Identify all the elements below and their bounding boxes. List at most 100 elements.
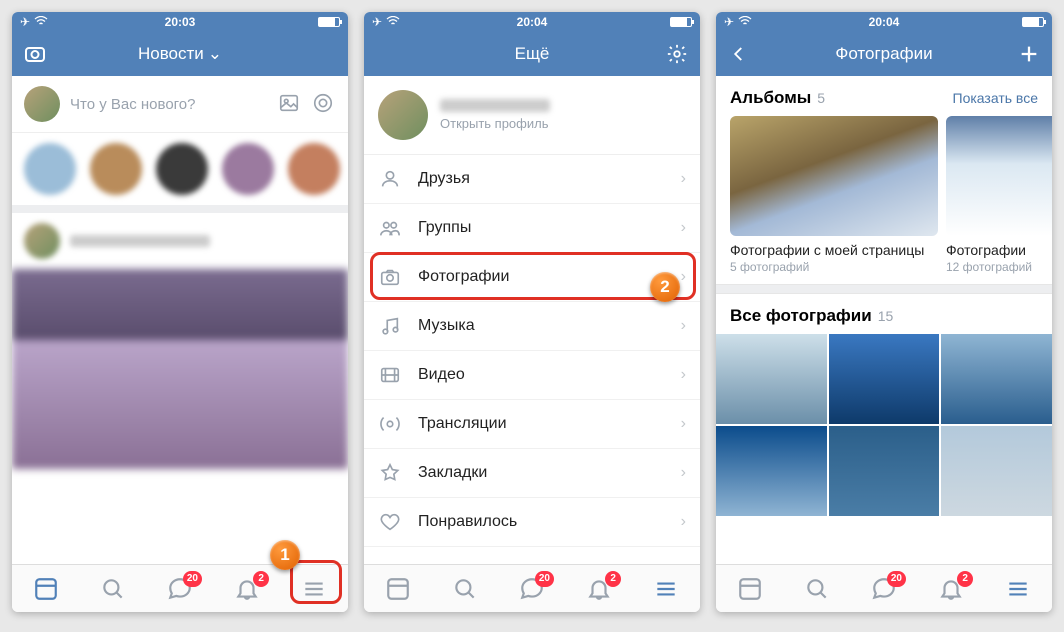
- albums-row[interactable]: Фотографии с моей страницы 5 фотографий …: [716, 116, 1052, 284]
- chevron-down-icon: ⌄: [208, 44, 222, 63]
- status-time: 20:04: [869, 15, 900, 29]
- stories-row[interactable]: [12, 133, 348, 213]
- tab-search[interactable]: [803, 575, 831, 603]
- navbar: Ещё: [364, 32, 700, 76]
- album-cover[interactable]: [730, 116, 938, 236]
- wifi-icon: [34, 15, 48, 29]
- callout-1: 1: [270, 540, 300, 570]
- battery-icon: [670, 17, 692, 27]
- more-content: Открыть профиль Друзья › Группы › Фотогр…: [364, 76, 700, 564]
- camera-icon[interactable]: [22, 41, 48, 67]
- battery-icon: [1022, 17, 1044, 27]
- photo-thumb[interactable]: [829, 334, 940, 424]
- tab-search[interactable]: [451, 575, 479, 603]
- status-time: 20:03: [165, 15, 196, 29]
- menu-groups[interactable]: Группы ›: [364, 204, 700, 253]
- menu-friends[interactable]: Друзья ›: [364, 155, 700, 204]
- tab-messages[interactable]: 20: [166, 575, 194, 603]
- tab-messages[interactable]: 20: [518, 575, 546, 603]
- story-item[interactable]: [90, 143, 142, 195]
- menu-list: Друзья › Группы › Фотографии › Музыка › …: [364, 155, 700, 547]
- profile-row[interactable]: Открыть профиль: [364, 76, 700, 155]
- story-item[interactable]: [288, 143, 340, 195]
- tab-notifications[interactable]: 2: [585, 575, 613, 603]
- story-item[interactable]: [156, 143, 208, 195]
- tab-feed[interactable]: [384, 575, 412, 603]
- navbar: Фотографии: [716, 32, 1052, 76]
- feed-content: Что у Вас нового?: [12, 76, 348, 564]
- photo-thumb[interactable]: [716, 426, 827, 516]
- avatar[interactable]: [378, 90, 428, 140]
- badge: 2: [253, 571, 269, 587]
- album-sub: 5 фотографий: [730, 260, 938, 274]
- menu-likes[interactable]: Понравилось ›: [364, 498, 700, 547]
- broadcast-icon: [378, 412, 402, 436]
- menu-photos[interactable]: Фотографии ›: [364, 253, 700, 302]
- chevron-right-icon: ›: [681, 317, 686, 335]
- airplane-icon: ✈: [372, 15, 382, 29]
- post-header[interactable]: [12, 213, 348, 269]
- show-all-link[interactable]: Показать все: [953, 90, 1038, 106]
- tab-notifications[interactable]: 2: [937, 575, 965, 603]
- friends-icon: [378, 167, 402, 191]
- airplane-icon: ✈: [724, 15, 734, 29]
- menu-video[interactable]: Видео ›: [364, 351, 700, 400]
- photo-icon[interactable]: [278, 92, 302, 116]
- album-item[interactable]: Фотографии с моей страницы 5 фотографий: [730, 116, 938, 274]
- back-icon[interactable]: [726, 41, 752, 67]
- tabbar: 20 2: [12, 564, 348, 612]
- airplane-icon: ✈: [20, 15, 30, 29]
- screen-news: ✈ 20:03 Новости⌄ Что у Вас нового?: [12, 12, 348, 612]
- live-icon[interactable]: [312, 92, 336, 116]
- avatar[interactable]: [24, 223, 60, 259]
- photo-thumb[interactable]: [716, 334, 827, 424]
- chevron-right-icon: ›: [681, 219, 686, 237]
- photo-thumb[interactable]: [941, 426, 1052, 516]
- post-image[interactable]: [12, 269, 348, 469]
- albums-count: 5: [817, 90, 825, 106]
- plus-icon[interactable]: [1016, 41, 1042, 67]
- status-bar: ✈ 20:03: [12, 12, 348, 32]
- story-item[interactable]: [24, 143, 76, 195]
- photo-thumb[interactable]: [941, 334, 1052, 424]
- albums-header: Альбомы 5 Показать все: [716, 76, 1052, 116]
- chevron-right-icon: ›: [681, 268, 686, 286]
- gear-icon[interactable]: [664, 41, 690, 67]
- avatar[interactable]: [24, 86, 60, 122]
- photo-thumb[interactable]: [829, 426, 940, 516]
- composer[interactable]: Что у Вас нового?: [12, 76, 348, 133]
- tab-feed[interactable]: [32, 575, 60, 603]
- tab-more[interactable]: [1004, 575, 1032, 603]
- page-title[interactable]: Новости⌄: [138, 44, 222, 64]
- screen-photos: ✈ 20:04 Фотографии Альбомы 5 Показать вс…: [716, 12, 1052, 612]
- album-title: Фотографии: [946, 242, 1052, 258]
- tab-messages[interactable]: 20: [870, 575, 898, 603]
- profile-sub: Открыть профиль: [440, 116, 550, 131]
- star-icon: [378, 461, 402, 485]
- tab-more[interactable]: [300, 575, 328, 603]
- camera-icon: [378, 265, 402, 289]
- tabbar: 20 2: [364, 564, 700, 612]
- heart-icon: [378, 510, 402, 534]
- menu-bookmarks[interactable]: Закладки ›: [364, 449, 700, 498]
- tab-search[interactable]: [99, 575, 127, 603]
- story-item[interactable]: [222, 143, 274, 195]
- tab-feed[interactable]: [736, 575, 764, 603]
- divider: [716, 284, 1052, 294]
- screen-more: ✈ 20:04 Ещё Открыть профиль Друзья ›: [364, 12, 700, 612]
- page-title: Ещё: [515, 44, 550, 64]
- menu-live[interactable]: Трансляции ›: [364, 400, 700, 449]
- tab-more[interactable]: [652, 575, 680, 603]
- badge: 20: [535, 571, 554, 587]
- page-title: Фотографии: [835, 44, 932, 64]
- navbar: Новости⌄: [12, 32, 348, 76]
- composer-input[interactable]: Что у Вас нового?: [70, 96, 268, 113]
- menu-music[interactable]: Музыка ›: [364, 302, 700, 351]
- chevron-right-icon: ›: [681, 366, 686, 384]
- tab-notifications[interactable]: 2: [233, 575, 261, 603]
- album-cover[interactable]: [946, 116, 1052, 236]
- video-icon: [378, 363, 402, 387]
- album-sub: 12 фотографий: [946, 260, 1052, 274]
- albums-title: Альбомы: [730, 88, 811, 108]
- album-item[interactable]: Фотографии 12 фотографий: [946, 116, 1052, 274]
